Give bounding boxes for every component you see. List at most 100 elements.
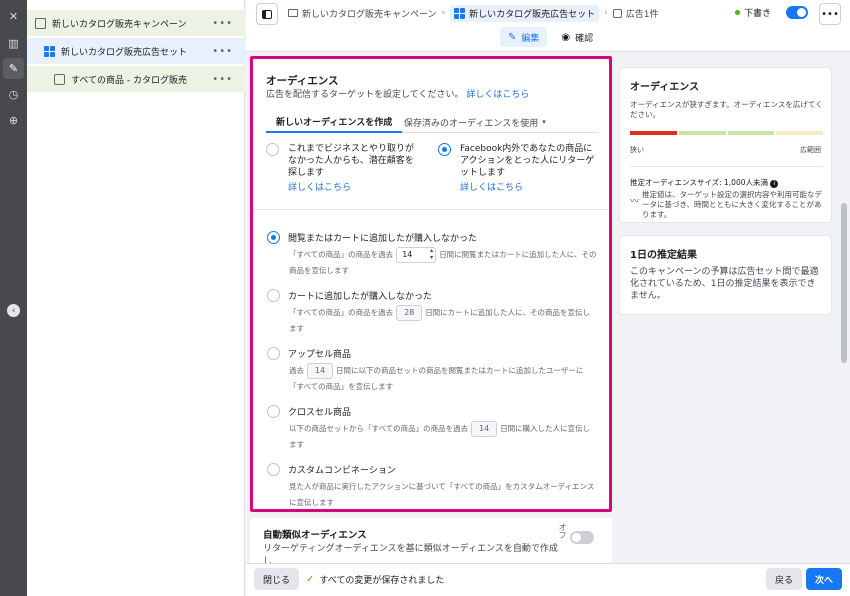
option-desc: 過去 14 日間に以下の商品セットの商品を閲覧またはカートに追加したユーザーに「すべ…	[289, 363, 597, 395]
clock-icon[interactable]: ◷	[3, 84, 24, 105]
adset-icon	[454, 7, 466, 19]
status-dot	[735, 10, 740, 15]
tree-item-adset[interactable]: 新しいカタログ販売広告セット •••	[27, 38, 245, 64]
more-options-button[interactable]: •••	[819, 3, 841, 25]
close-icon[interactable]: ✕	[3, 6, 24, 27]
breadcrumb-separator: ›	[604, 8, 608, 18]
radio-retargeting[interactable]	[438, 143, 451, 156]
learn-more-link[interactable]: 詳しくはこちら	[460, 182, 598, 194]
back-button[interactable]: 戻る	[766, 568, 803, 590]
audience-warning: オーディエンスが狭すぎます。オーディエンスを広げてください。	[630, 100, 823, 119]
retarget-option-crosssell[interactable]: クロスセル商品 以下の商品セットから「すべての商品」の商品を過去 14 日間に購入し…	[267, 405, 597, 453]
radio-upsell[interactable]	[267, 347, 280, 360]
folder-icon	[35, 17, 46, 29]
size-label: 推定オーディエンスサイズ: 1,000人未満	[630, 178, 768, 187]
breadcrumb-label: 新しいカタログ販売広告セット	[469, 9, 596, 20]
next-button[interactable]: 次へ	[806, 568, 843, 590]
breadcrumb-label: 広告1件	[625, 9, 659, 20]
trend-icon: 〰	[630, 197, 640, 207]
edit-mode-button[interactable]: ✎ 編集	[500, 27, 548, 47]
mode-label: 編集	[521, 33, 540, 44]
retarget-option-upsell[interactable]: アップセル商品 過去 14 日間に以下の商品セットの商品を閲覧またはカートに追加した…	[267, 347, 597, 395]
breadcrumb-ad[interactable]: 広告1件	[612, 7, 659, 20]
close-button[interactable]: 閉じる	[254, 568, 300, 590]
radio-viewed[interactable]	[267, 231, 280, 244]
section-title: 自動類似オーディエンス	[263, 530, 367, 541]
more-icon[interactable]: •••	[212, 74, 233, 85]
tab-label: 保存済みのオーディエンスを使用	[404, 118, 539, 129]
scrollbar[interactable]	[840, 55, 848, 563]
daily-estimate-card: 1日の推定結果 このキャンペーンの予算は広告セット間で最適化されているため、1日…	[619, 235, 832, 315]
tab-saved-audience[interactable]: 保存済みのオーディエンスを使用 ▾	[404, 111, 546, 133]
mode-switch: ✎ 編集 ◉ 確認	[500, 27, 607, 47]
days-input: 14	[471, 421, 498, 437]
adset-icon	[44, 45, 55, 57]
section-desc: リターゲティングオーディエンスを基に類似オーディエンスを自動で作成し	[263, 544, 558, 563]
breadcrumb: 新しいカタログ販売キャンペーン › 新しいカタログ販売広告セット › 広告1件	[288, 4, 659, 22]
more-icon[interactable]: •••	[212, 46, 233, 57]
card-title: オーディエンス	[630, 82, 700, 93]
ad-icon	[612, 8, 622, 18]
days-input[interactable]: 14	[396, 247, 437, 263]
section-subtitle: 広告を配信するターゲットを設定してください。 詳しくはこちら	[266, 87, 529, 100]
desc-post: 日間に以下の商品セットの商品を閲覧またはカートに追加したユーザーに「すべての商品…	[289, 366, 584, 391]
option-prospecting[interactable]: これまでビジネスとやり取りがなかった人からも、潜在顧客を探します 詳しくはこちら	[266, 143, 416, 194]
learn-more-link[interactable]: 詳しくはこちら	[288, 182, 416, 194]
option-title: カスタムコンビネーション	[288, 466, 396, 476]
left-rail: ✕ ▥ ✎ ◷ ⊕ ‹	[0, 0, 27, 596]
learn-more-link[interactable]: 詳しくはこちら	[466, 90, 529, 100]
gauge-label-narrow: 狭い	[630, 146, 644, 154]
mode-label: 確認	[575, 33, 594, 44]
toggle-state-label: オフ	[558, 523, 567, 539]
retarget-option-custom[interactable]: カスタムコンビネーション 見た人が商品に実行したアクションに基づいて「すべての商…	[267, 463, 597, 511]
option-title: カートに追加したが購入しなかった	[288, 292, 433, 302]
more-icon[interactable]: •••	[212, 18, 233, 29]
option-desc: 見た人が商品に実行したアクションに基づいて「すべての商品」をカスタムオーディエン…	[289, 482, 595, 507]
scrollbar-thumb[interactable]	[841, 203, 847, 363]
info-icon[interactable]: i	[770, 180, 779, 188]
retarget-option-viewed[interactable]: 閲覧またはカートに追加したが購入しなかった 「すべての商品」の商品を過去14日間…	[267, 231, 597, 279]
daily-estimate-text: このキャンペーンの予算は広告セット間で最適化されているため、1日の推定結果を表示…	[630, 267, 819, 301]
tree-item-campaign[interactable]: 新しいカタログ販売キャンペーン •••	[27, 10, 245, 36]
save-status: ✓ すべての変更が保存されました	[306, 573, 444, 586]
days-input: 14	[307, 363, 333, 379]
divider	[253, 209, 609, 210]
save-status-label: すべての変更が保存されました	[319, 576, 445, 586]
radio-cart[interactable]	[267, 289, 280, 302]
option-retargeting[interactable]: Facebook内外であなたの商品にアクションをとった人にリターゲットします詳し…	[438, 143, 598, 194]
breadcrumb-adset[interactable]: 新しいカタログ販売広告セット	[450, 4, 600, 22]
gauge-segment	[776, 131, 823, 135]
option-desc: 以下の商品セットから「すべての商品」の商品を過去 14 日間に購入した人に宣伝します	[289, 421, 597, 453]
chart-icon[interactable]: ▥	[3, 33, 24, 54]
radio-custom[interactable]	[267, 463, 280, 476]
campaign-tree: 新しいカタログ販売キャンペーン ••• 新しいカタログ販売広告セット ••• す…	[27, 0, 245, 596]
option-label: Facebook内外であなたの商品にアクションをとった人にリターゲットします	[460, 144, 595, 178]
zoom-icon[interactable]: ⊕	[3, 110, 24, 131]
breadcrumb-campaign[interactable]: 新しいカタログ販売キャンペーン	[288, 7, 437, 20]
breadcrumb-separator: ›	[441, 8, 446, 18]
radio-crosssell[interactable]	[267, 405, 280, 418]
status-toggle[interactable]	[786, 6, 808, 19]
panel-icon	[262, 9, 272, 19]
gauge-segment	[630, 131, 677, 135]
gauge-segment	[678, 131, 726, 135]
review-mode-button[interactable]: ◉ 確認	[553, 27, 601, 47]
auto-lookalike-toggle[interactable]	[570, 531, 594, 544]
desc-pre: 過去	[289, 366, 304, 375]
editor-main: オーディエンス 広告を配信するターゲットを設定してください。 詳しくはこちら 新…	[246, 53, 616, 563]
pencil-icon: ✎	[508, 31, 517, 43]
divider	[630, 166, 823, 167]
audience-tabs: 新しいオーディエンスを作成 保存済みのオーディエンスを使用 ▾	[266, 111, 599, 133]
toggle-panel-button[interactable]	[256, 3, 278, 25]
collapse-panel-icon[interactable]: ‹	[7, 304, 20, 317]
pencil-icon[interactable]: ✎	[3, 58, 24, 79]
audience-definition-card: オーディエンス オーディエンスが狭すぎます。オーディエンスを広げてください。 狭…	[619, 67, 832, 223]
tree-item-ad[interactable]: すべての商品 - カタログ販売 •••	[27, 66, 245, 92]
auto-lookalike-section: 自動類似オーディエンス リターゲティングオーディエンスを基に類似オーディエンスを…	[250, 518, 612, 563]
radio-prospecting[interactable]	[266, 143, 279, 156]
desc-pre: 「すべての商品」の商品を過去	[289, 308, 394, 317]
check-icon: ✓	[306, 574, 315, 585]
tab-create-audience[interactable]: 新しいオーディエンスを作成	[266, 111, 403, 133]
status-badge: 下書き	[735, 6, 771, 19]
retarget-option-cart[interactable]: カートに追加したが購入しなかった 「すべての商品」の商品を過去 28 日間にカートに…	[267, 289, 597, 337]
